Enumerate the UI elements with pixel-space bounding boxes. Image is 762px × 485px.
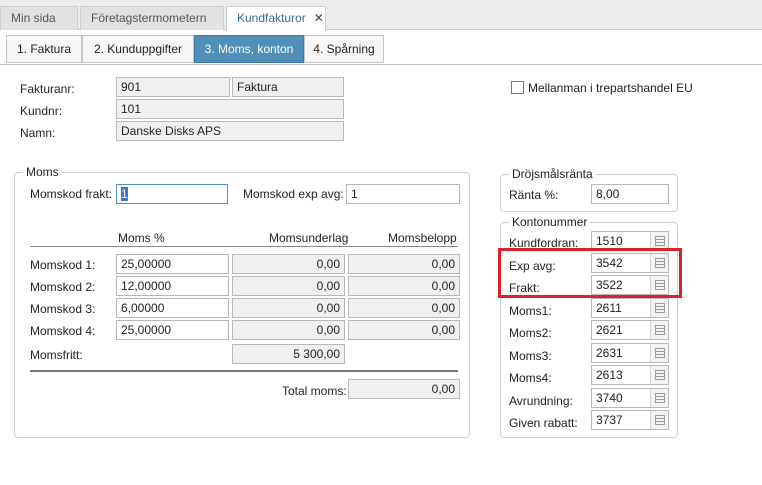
subtab-divider — [0, 64, 762, 65]
ranta-label: Ränta %: — [509, 188, 559, 202]
subtab-sparning[interactable]: 4. Spårning — [304, 35, 384, 63]
moms2-lookup-icon[interactable] — [650, 321, 668, 339]
moms-group-title: Moms — [23, 165, 62, 179]
momskod-4-belopp: 0,00 — [348, 320, 460, 340]
momskod-4-label: Momskod 4: — [30, 324, 96, 338]
subtab-moms-konton[interactable]: 3. Moms, konton — [194, 35, 304, 63]
kundnr-field[interactable]: 101 — [116, 99, 344, 119]
col-momsbelopp: Momsbelopp — [388, 231, 457, 245]
avrundning-label: Avrundning: — [509, 394, 573, 408]
moms2-label: Moms2: — [509, 326, 552, 340]
kundnr-label: Kundnr: — [20, 104, 63, 118]
momskod-1-belopp: 0,00 — [348, 254, 460, 274]
subtab-faktura[interactable]: 1. Faktura — [6, 35, 82, 63]
moms3-label: Moms3: — [509, 349, 552, 363]
subtab-label: 1. Faktura — [16, 42, 72, 56]
momskod-4-pct[interactable]: 25,00000 — [116, 320, 229, 340]
momskod-3-pct[interactable]: 6,00000 — [116, 298, 229, 318]
avrundning-lookup-icon[interactable] — [650, 389, 668, 407]
kontonummer-group-title: Kontonummer — [509, 215, 591, 229]
highlight-box — [498, 248, 682, 298]
subtab-label: 3. Moms, konton — [204, 42, 294, 56]
list-icon — [655, 236, 665, 246]
mellanman-checkbox[interactable] — [511, 81, 524, 94]
momsfritt-value: 5 300,00 — [232, 344, 345, 364]
momskod-4-underlag: 0,00 — [232, 320, 345, 340]
list-icon — [655, 370, 665, 380]
close-icon[interactable]: ✕ — [314, 11, 324, 25]
total-moms-label: Total moms: — [282, 384, 347, 398]
list-icon — [655, 303, 665, 313]
namn-label: Namn: — [20, 126, 56, 140]
fakturatyp-field[interactable]: Faktura — [232, 77, 344, 97]
mellanman-label: Mellanman i trepartshandel EU — [528, 81, 693, 95]
list-icon — [655, 348, 665, 358]
momsfritt-label: Momsfritt: — [30, 348, 83, 362]
tab-label: Företagstermometern — [91, 11, 207, 25]
subtab-label: 2. Kunduppgifter — [93, 42, 183, 56]
fakturanr-field[interactable]: 901 — [116, 77, 230, 97]
momskod-2-pct[interactable]: 12,00000 — [116, 276, 229, 296]
momskod-2-belopp: 0,00 — [348, 276, 460, 296]
col-momsunderlag: Momsunderlag — [269, 231, 349, 245]
momskod-2-label: Momskod 2: — [30, 280, 96, 294]
list-icon — [655, 415, 665, 425]
momskod-frakt-input[interactable]: 1 — [116, 184, 228, 204]
momskod-exp-label: Momskod exp avg: — [243, 187, 344, 201]
momskod-frakt-value: 1 — [121, 187, 128, 201]
moms-total-divider — [30, 370, 458, 372]
momskod-1-label: Momskod 1: — [30, 258, 96, 272]
momskod-3-underlag: 0,00 — [232, 298, 345, 318]
momskod-frakt-label: Momskod frakt: — [30, 187, 113, 201]
namn-field[interactable]: Danske Disks APS — [116, 121, 344, 141]
moms4-label: Moms4: — [509, 371, 552, 385]
tab-label: Kundfakturor — [237, 11, 306, 25]
tab-foretagstermometern[interactable]: Företagstermometern — [80, 6, 224, 30]
list-icon — [655, 393, 665, 403]
moms4-lookup-icon[interactable] — [650, 366, 668, 384]
col-moms-pct: Moms % — [118, 231, 165, 245]
total-moms-value: 0,00 — [348, 379, 460, 399]
moms-header-divider — [30, 246, 458, 247]
momskod-exp-input[interactable]: 1 — [346, 184, 460, 204]
fakturanr-label: Fakturanr: — [20, 82, 75, 96]
tab-label: Min sida — [11, 11, 56, 25]
list-icon — [655, 325, 665, 335]
momskod-1-underlag: 0,00 — [232, 254, 345, 274]
drojsmal-group-title: Dröjsmålsränta — [509, 167, 596, 181]
moms3-lookup-icon[interactable] — [650, 344, 668, 362]
tab-min-sida[interactable]: Min sida — [0, 6, 78, 30]
subtab-label: 4. Spårning — [313, 42, 375, 56]
given-rabatt-lookup-icon[interactable] — [650, 411, 668, 429]
tab-kundfakturor[interactable]: Kundfakturor ✕ — [226, 6, 326, 31]
momskod-1-pct[interactable]: 25,00000 — [116, 254, 229, 274]
given-rabatt-label: Given rabatt: — [509, 416, 578, 430]
moms1-lookup-icon[interactable] — [650, 299, 668, 317]
ranta-input[interactable]: 8,00 — [591, 184, 669, 204]
momskod-3-label: Momskod 3: — [30, 302, 96, 316]
top-tab-bar: Min sida Företagstermometern Kundfakturo… — [0, 0, 762, 31]
momskod-2-underlag: 0,00 — [232, 276, 345, 296]
subtab-kunduppgifter[interactable]: 2. Kunduppgifter — [82, 35, 194, 63]
moms1-label: Moms1: — [509, 304, 552, 318]
momskod-3-belopp: 0,00 — [348, 298, 460, 318]
